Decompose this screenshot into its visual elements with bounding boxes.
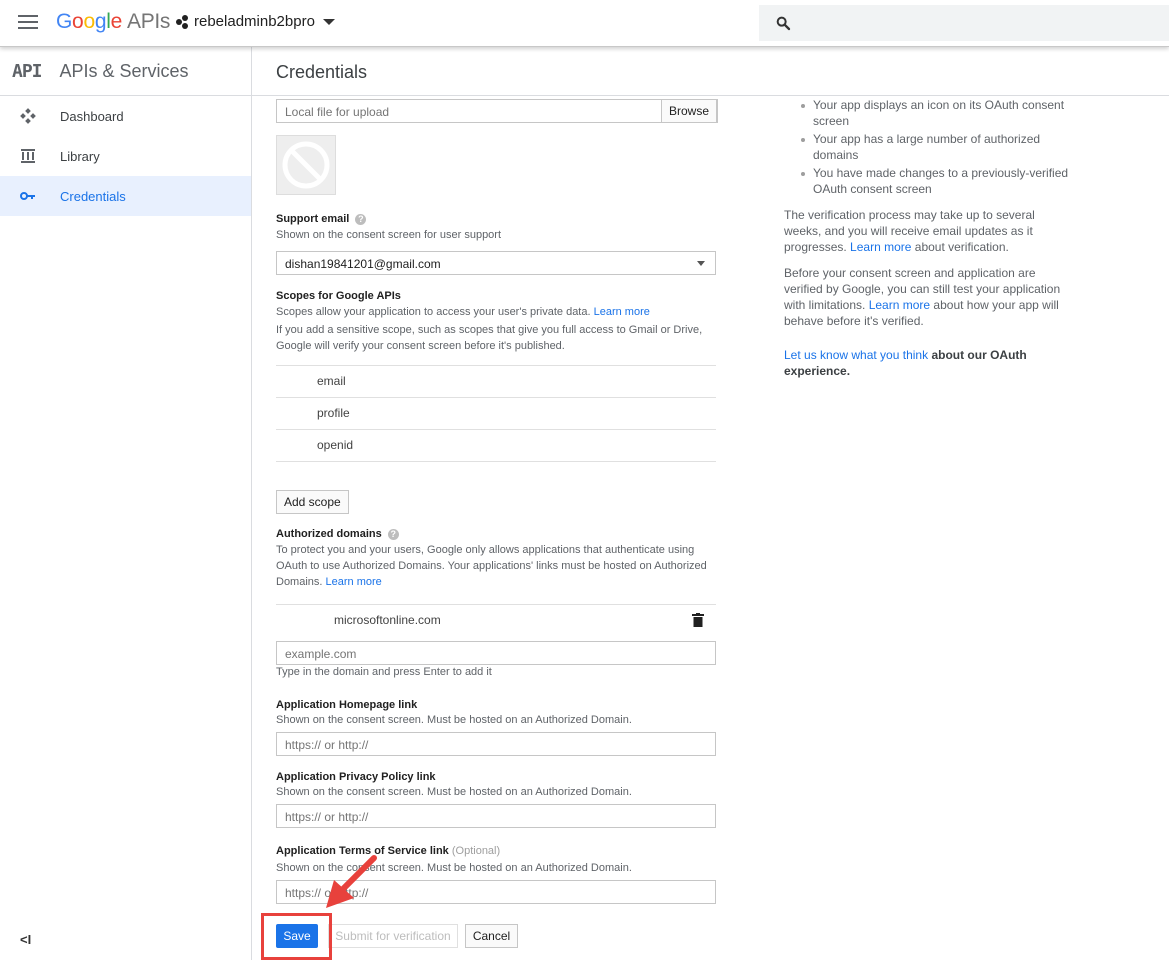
homepage-link-label: Application Homepage link xyxy=(276,699,418,711)
domain-input[interactable]: example.com xyxy=(276,641,716,665)
sidebar-item-label: Credentials xyxy=(60,188,126,204)
verification-reasons-list: Your app displays an icon on its OAuth c… xyxy=(798,97,1074,197)
testing-paragraph: Before your consent screen and applicati… xyxy=(784,266,1061,328)
annotation-arrow-icon xyxy=(326,855,377,908)
search-bar[interactable] xyxy=(759,5,1169,41)
feedback-link[interactable]: Let us know what you think xyxy=(784,348,928,362)
key-icon xyxy=(19,191,37,201)
domain-input-hint: Type in the domain and press Enter to ad… xyxy=(276,666,492,678)
api-logo: API xyxy=(12,60,42,82)
privacy-link-description: Shown on the consent screen. Must be hos… xyxy=(276,786,632,798)
optional-tag: (Optional) xyxy=(451,845,501,857)
page-title: Credentials xyxy=(276,62,368,82)
menu-icon[interactable] xyxy=(18,15,38,31)
cancel-button[interactable]: Cancel xyxy=(465,924,518,948)
behavior-learn-more-link[interactable]: Learn more xyxy=(869,298,930,312)
support-email-value: dishan19841201@gmail.com xyxy=(285,257,441,271)
scope-row: profile xyxy=(276,398,716,430)
help-icon[interactable]: ? xyxy=(355,213,367,225)
logo-file-placeholder: Local file for upload xyxy=(285,105,390,119)
feedback-paragraph: Let us know what you think about our OAu… xyxy=(784,348,1027,378)
verification-learn-more-link[interactable]: Learn more xyxy=(850,240,911,254)
sidebar-item-credentials[interactable]: Credentials xyxy=(0,176,251,216)
help-icon[interactable]: ? xyxy=(387,528,399,540)
support-email-select[interactable]: dishan19841201@gmail.com xyxy=(276,251,716,275)
dashboard-icon xyxy=(19,108,37,124)
support-email-description: Shown on the consent screen for user sup… xyxy=(276,229,502,241)
delete-icon[interactable] xyxy=(692,613,704,627)
scope-row: email xyxy=(276,366,716,398)
homepage-link-input[interactable]: https:// or http:// xyxy=(276,732,716,756)
logo-file-input[interactable]: Local file for upload Browse xyxy=(276,99,718,123)
authorized-domains-description: To protect you and your users, Google on… xyxy=(276,544,707,588)
domain-row: microsoftonline.com xyxy=(276,604,716,636)
sidebar: API APIs & Services Dashboard Library Cr… xyxy=(0,47,252,960)
sidebar-item-label: Dashboard xyxy=(60,108,124,124)
homepage-link-description: Shown on the consent screen. Must be hos… xyxy=(276,714,632,726)
verification-paragraph: The verification process may take up to … xyxy=(784,208,1035,254)
domain-value: microsoftonline.com xyxy=(334,613,441,627)
collapse-sidebar-icon[interactable]: <I xyxy=(20,932,31,947)
sidebar-item-dashboard[interactable]: Dashboard xyxy=(0,96,251,136)
scopes-label: Scopes for Google APIs xyxy=(276,290,401,302)
browse-button[interactable]: Browse xyxy=(661,99,717,123)
top-bar: Google APIs rebeladminb2bpro xyxy=(0,0,1169,47)
verification-info: Your app displays an icon on its OAuth c… xyxy=(784,97,1074,379)
sidebar-header: API APIs & Services xyxy=(0,47,251,96)
add-scope-button[interactable]: Add scope xyxy=(276,490,349,514)
domains-learn-more-link[interactable]: Learn more xyxy=(326,576,382,588)
privacy-link-input[interactable]: https:// or http:// xyxy=(276,804,716,828)
search-icon xyxy=(776,16,791,31)
project-selector[interactable]: rebeladminb2bpro xyxy=(176,13,335,30)
scopes-note: If you add a sensitive scope, such as sc… xyxy=(276,324,703,352)
sidebar-title: APIs & Services xyxy=(59,60,189,81)
list-item: You have made changes to a previously-ve… xyxy=(798,165,1074,197)
submit-for-verification-button[interactable]: Submit for verification xyxy=(328,924,458,948)
scopes-learn-more-link[interactable]: Learn more xyxy=(594,306,650,318)
scope-row: openid xyxy=(276,430,716,462)
privacy-link-label: Application Privacy Policy link xyxy=(276,771,436,783)
terms-link-label: Application Terms of Service link (Optio… xyxy=(276,845,501,857)
list-item: Your app displays an icon on its OAuth c… xyxy=(798,97,1074,129)
scopes-description: Scopes allow your application to access … xyxy=(276,306,650,318)
project-icon xyxy=(176,14,188,29)
google-apis-logo[interactable]: Google APIs xyxy=(56,10,170,34)
library-icon xyxy=(19,149,37,163)
support-email-label: Support email? xyxy=(276,213,367,225)
logo-placeholder xyxy=(276,135,336,195)
dropdown-arrow-icon xyxy=(697,261,705,266)
authorized-domains-label: Authorized domains? xyxy=(276,528,399,540)
list-item: Your app has a large number of authorize… xyxy=(798,131,1074,163)
project-name: rebeladminb2bpro xyxy=(194,13,315,30)
page-header: Credentials xyxy=(252,47,1169,96)
sidebar-item-library[interactable]: Library xyxy=(0,136,251,176)
no-logo-icon xyxy=(282,141,330,189)
chevron-down-icon xyxy=(322,18,335,25)
sidebar-item-label: Library xyxy=(60,148,100,164)
save-highlight-box xyxy=(261,913,332,960)
